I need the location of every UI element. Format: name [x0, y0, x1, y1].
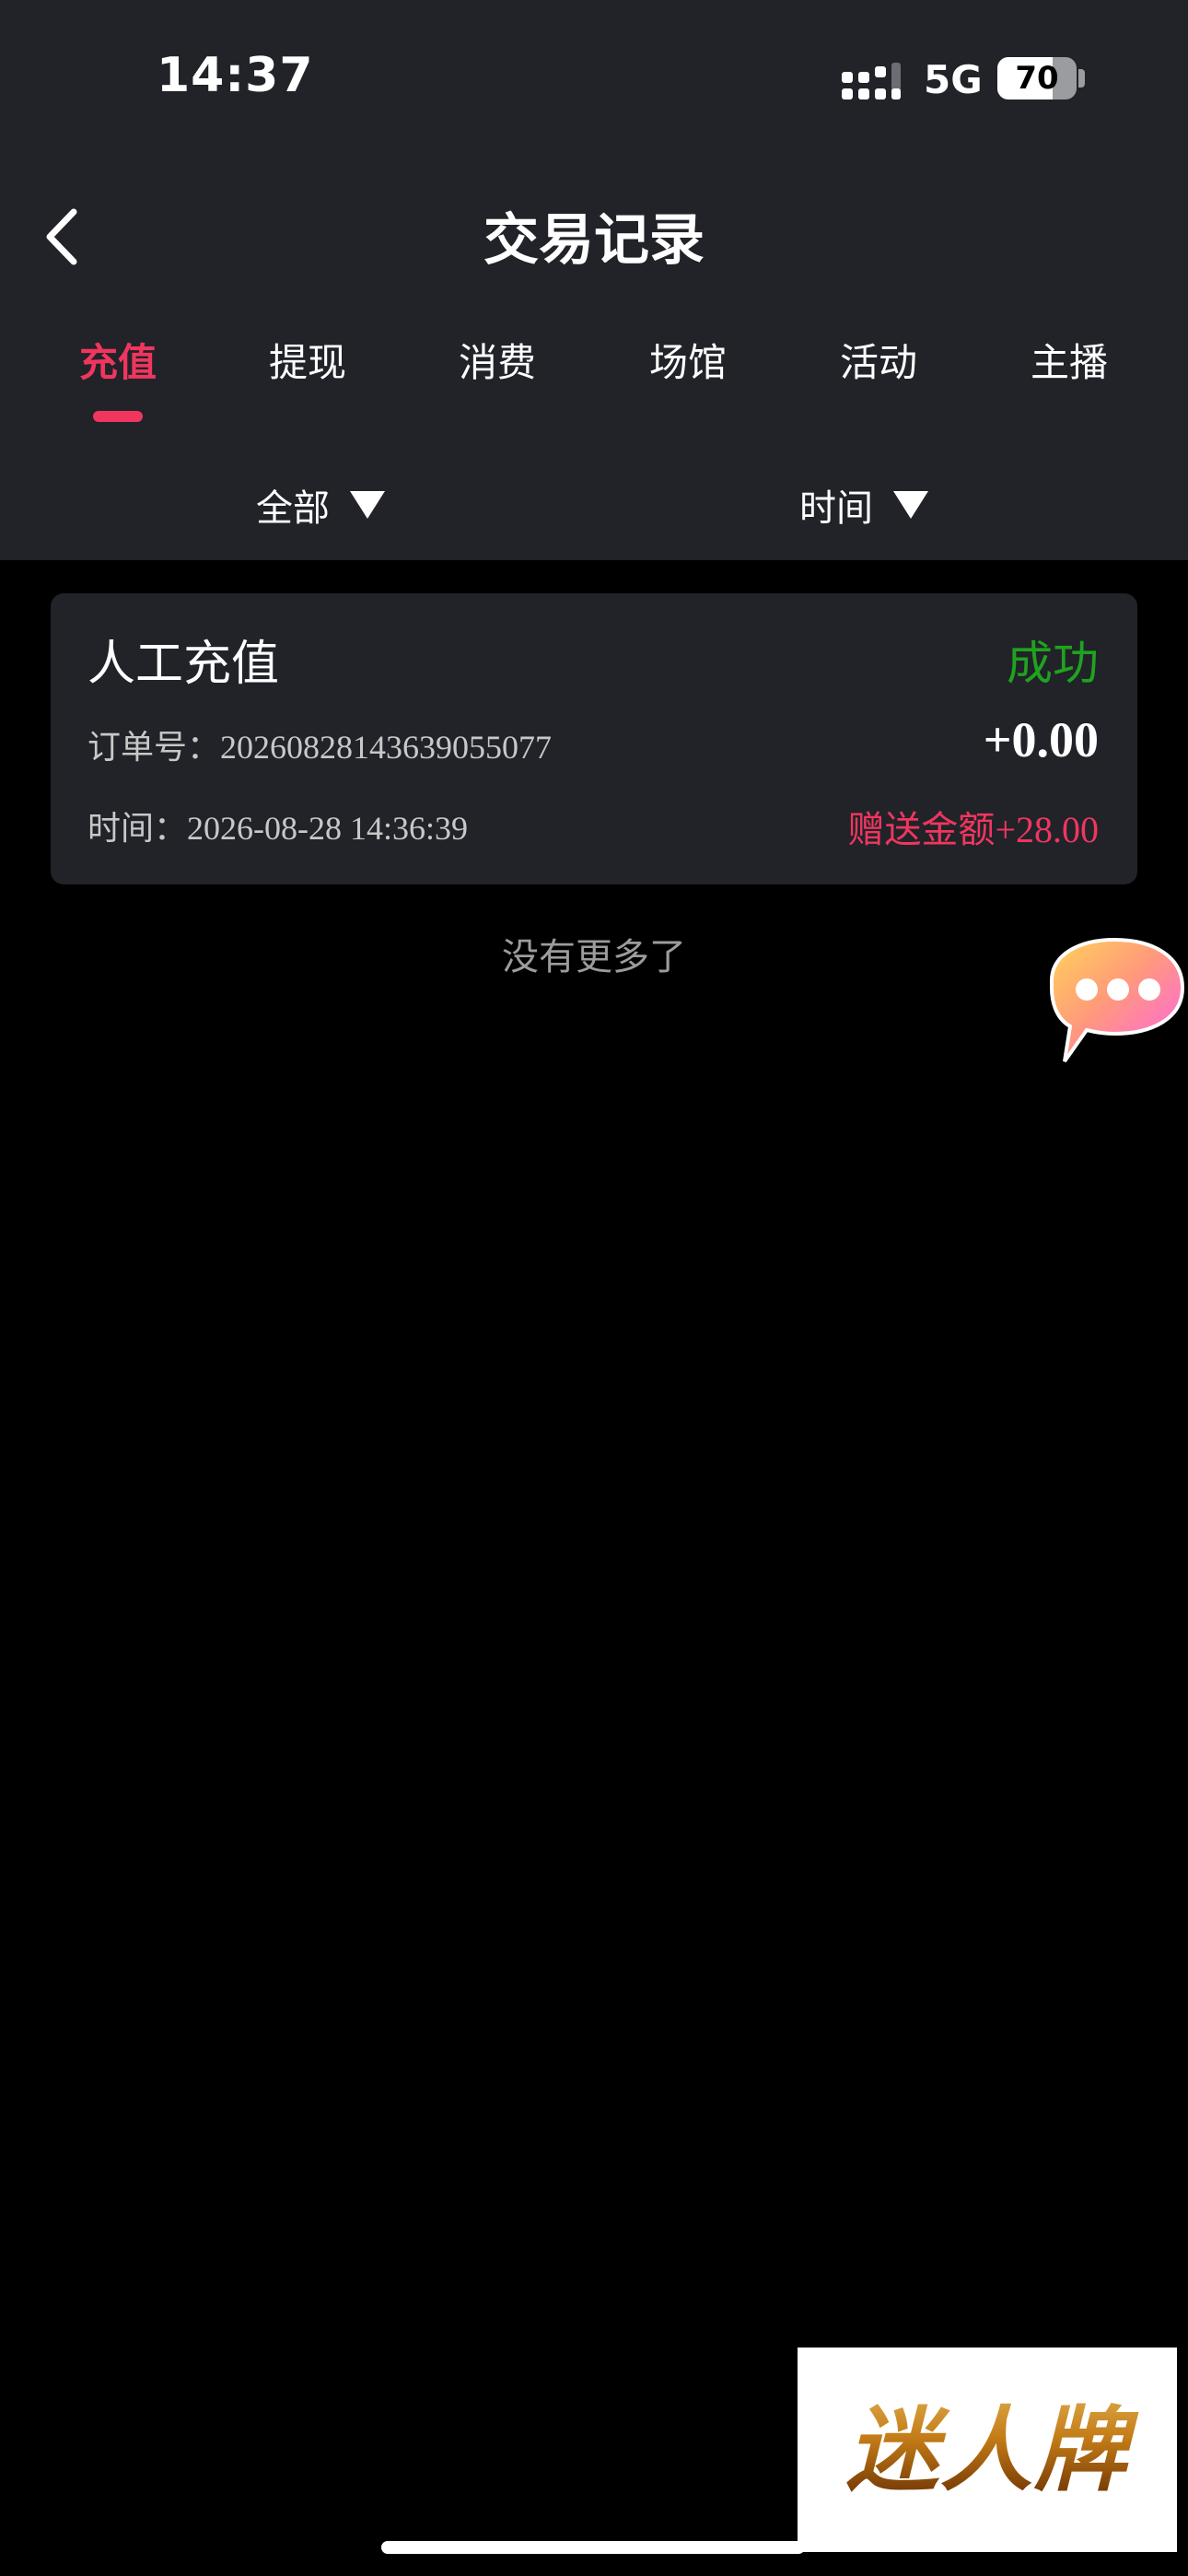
order-label: 订单号：	[87, 729, 221, 767]
record-order: 订单号：20260828143639055077	[87, 720, 552, 768]
home-indicator[interactable]	[381, 2541, 805, 2554]
filter-type-dropdown[interactable]: 全部	[256, 477, 385, 533]
tab-venue[interactable]: 场馆	[596, 332, 780, 388]
active-tab-indicator	[93, 411, 143, 422]
transaction-record-card[interactable]: 人工充值 成功 订单号：20260828143639055077 +0.00 时…	[51, 593, 1137, 884]
caret-down-icon	[350, 491, 385, 519]
filter-type-label: 全部	[256, 487, 330, 530]
filter-time-label: 时间	[799, 487, 873, 530]
bonus-label: 赠送金额	[847, 809, 996, 851]
tab-withdraw[interactable]: 提现	[215, 332, 400, 388]
time-label: 时间：	[87, 810, 188, 848]
page-title: 交易记录	[483, 208, 705, 273]
bonus-value: +28.00	[995, 809, 1099, 850]
battery-icon: 70	[997, 57, 1077, 100]
record-title: 人工充值	[87, 637, 280, 692]
record-bonus: 赠送金额+28.00	[847, 800, 1099, 853]
record-time: 时间：2026-08-28 14:36:39	[87, 802, 468, 849]
battery-level: 70	[1015, 60, 1059, 97]
watermark-logo-text: 迷人牌	[798, 2348, 1177, 2552]
tab-activity[interactable]: 活动	[786, 332, 971, 388]
caret-down-icon	[893, 491, 928, 519]
chat-bubble-icon[interactable]	[1024, 934, 1188, 1071]
status-time: 14:37	[157, 48, 314, 103]
tab-recharge[interactable]: 充值	[26, 332, 210, 388]
tab-bar: 充值 提现 消费 场馆 活动 主播	[0, 332, 1188, 442]
record-status: 成功	[1007, 637, 1099, 690]
time-value: 2026-08-28 14:36:39	[187, 810, 468, 847]
order-number: 20260828143639055077	[220, 729, 553, 766]
header: 14:37 5G 70 交易记录 充值 提现 消费 场馆 活动 主播 全部 时间	[0, 0, 1188, 560]
cellular-signal-icon	[842, 63, 901, 100]
list-end-text: 没有更多了	[502, 936, 686, 978]
watermark-logo: 迷人牌	[798, 2348, 1177, 2552]
battery-cap	[1078, 69, 1085, 88]
tab-streamer[interactable]: 主播	[977, 332, 1161, 388]
tab-consume[interactable]: 消费	[405, 332, 589, 388]
network-type: 5G	[924, 57, 983, 102]
record-amount: +0.00	[983, 712, 1099, 767]
filter-time-dropdown[interactable]: 时间	[799, 477, 928, 533]
